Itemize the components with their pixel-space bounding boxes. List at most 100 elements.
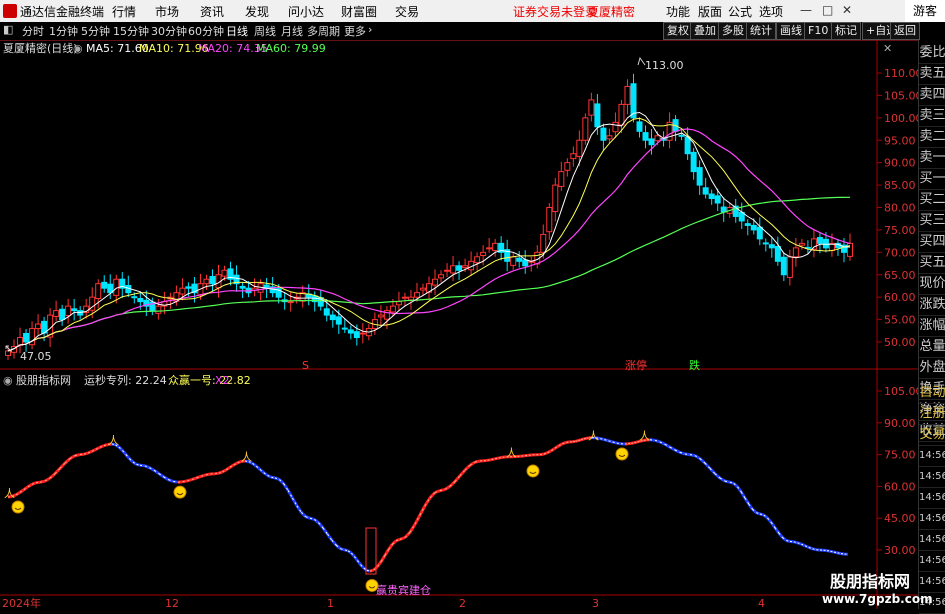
rail-lower-item-7[interactable]: 14:56 bbox=[919, 529, 945, 551]
period-weekly[interactable]: 周线 bbox=[254, 23, 276, 39]
menu-layout[interactable]: 版面 bbox=[698, 3, 722, 20]
price-tick-label: 50.00 bbox=[884, 336, 916, 349]
buy-zone-box bbox=[365, 527, 377, 575]
toolbar-toggle-icon[interactable]: ◧ bbox=[3, 23, 13, 36]
candle-down bbox=[323, 308, 330, 316]
tool-f10[interactable]: F10 bbox=[804, 22, 833, 40]
menu-formula[interactable]: 公式 bbox=[728, 3, 752, 20]
candle-up bbox=[480, 251, 487, 256]
close-icon[interactable]: ✕ bbox=[842, 3, 852, 17]
period-1min[interactable]: 1分钟 bbox=[49, 23, 78, 39]
tool-mark[interactable]: 标记 bbox=[831, 22, 861, 40]
app-title: 通达信金融终端 bbox=[20, 5, 105, 19]
menu-function[interactable]: 功能 bbox=[666, 3, 690, 20]
smiley-signal-icon bbox=[615, 447, 629, 461]
menu-trade[interactable]: 交易 bbox=[395, 3, 419, 20]
candle-down bbox=[209, 276, 216, 285]
period-monthly[interactable]: 月线 bbox=[281, 23, 303, 39]
guest-button[interactable]: 游客 bbox=[905, 0, 945, 22]
maximize-icon[interactable]: □ bbox=[822, 3, 833, 17]
rail-item-3[interactable]: 卖三 bbox=[919, 105, 945, 127]
rail-item-2[interactable]: 卖四 bbox=[919, 84, 945, 106]
candle-down bbox=[678, 134, 685, 137]
candle-down bbox=[708, 193, 715, 200]
tool-stats[interactable]: 统计 bbox=[746, 22, 776, 40]
indicator-rise-line bbox=[7, 436, 651, 573]
login-warning[interactable]: 证券交易未登录 bbox=[513, 3, 597, 20]
candle-down bbox=[341, 327, 348, 330]
rail-item-12[interactable]: 涨跌 bbox=[919, 294, 945, 316]
period-tick[interactable]: 分时 bbox=[22, 23, 44, 39]
signal-s-marker: S bbox=[302, 359, 309, 372]
rail-lower-item-0[interactable]: 自动 bbox=[919, 382, 945, 404]
tool-adjust[interactable]: 复权 bbox=[663, 22, 693, 40]
minimize-icon[interactable]: — bbox=[800, 3, 812, 17]
candle-down bbox=[768, 244, 775, 249]
panel-close-icon[interactable]: ✕ bbox=[883, 42, 892, 55]
candle-up bbox=[552, 184, 559, 213]
candle-down bbox=[684, 136, 691, 155]
indicator-tick-label: 105.00 bbox=[884, 385, 918, 398]
candle-up bbox=[450, 265, 457, 274]
menu-options[interactable]: 选项 bbox=[759, 3, 783, 20]
rail-item-7[interactable]: 买二 bbox=[919, 189, 945, 211]
rail-lower-item-9[interactable]: 14:56 bbox=[919, 571, 945, 593]
rail-lower-item-2[interactable]: 交易 bbox=[919, 424, 945, 446]
rail-lower-item-1[interactable]: 注册 bbox=[919, 403, 945, 425]
formula-dropdown-icon[interactable]: ◉ bbox=[73, 42, 83, 55]
rail-item-0[interactable]: 委比 bbox=[919, 42, 945, 64]
person-signal-icon: 人 bbox=[506, 446, 517, 459]
rail-lower-item-8[interactable]: 14:56 bbox=[919, 550, 945, 572]
tool-multistock[interactable]: 多股 bbox=[718, 22, 748, 40]
rail-item-11[interactable]: 现价 bbox=[919, 273, 945, 295]
menu-quotes[interactable]: 行情 bbox=[112, 3, 136, 20]
candle-down bbox=[594, 103, 601, 128]
rail-lower-item-6[interactable]: 14:56 bbox=[919, 508, 945, 530]
rail-item-4[interactable]: 卖二 bbox=[919, 126, 945, 148]
rail-item-14[interactable]: 总量 bbox=[919, 336, 945, 358]
kline-chart[interactable]: 夏厦精密(日线) ◉ MA5: 71.60 MA10: 71.96 MA20: … bbox=[0, 40, 918, 609]
period-5min[interactable]: 5分钟 bbox=[81, 23, 110, 39]
candle-down bbox=[522, 259, 529, 267]
rail-item-8[interactable]: 买三 bbox=[919, 210, 945, 232]
tool-back[interactable]: 返回 bbox=[890, 22, 920, 40]
menu-discover[interactable]: 发现 bbox=[245, 3, 269, 20]
rail-item-9[interactable]: 买四 bbox=[919, 231, 945, 253]
candle-up bbox=[53, 310, 60, 317]
candle-up bbox=[606, 135, 613, 140]
period-daily[interactable]: 日线 bbox=[226, 23, 248, 39]
rail-item-5[interactable]: 卖一 bbox=[919, 147, 945, 169]
rail-item-13[interactable]: 涨幅 bbox=[919, 315, 945, 337]
indicator-toggle-icon[interactable]: ◉ bbox=[3, 374, 13, 387]
rail-item-15[interactable]: 外盘 bbox=[919, 357, 945, 379]
indicator-fall-dots bbox=[111, 437, 849, 572]
candle-down bbox=[816, 237, 823, 244]
rail-item-1[interactable]: 卖五 bbox=[919, 63, 945, 85]
menu-wealth[interactable]: 财富圈 bbox=[341, 3, 377, 20]
period-30min[interactable]: 30分钟 bbox=[151, 23, 187, 39]
candle-up bbox=[395, 301, 402, 306]
period-more[interactable]: 更多 bbox=[344, 23, 366, 39]
candle-up bbox=[618, 103, 625, 126]
rail-item-10[interactable]: 买五 bbox=[919, 252, 945, 274]
person-signal-icon: 人 bbox=[639, 430, 650, 443]
candle-up bbox=[444, 269, 451, 272]
candle-down bbox=[780, 256, 787, 276]
rail-lower-item-4[interactable]: 14:56 bbox=[919, 466, 945, 488]
person-signal-icon: 人 bbox=[241, 451, 252, 464]
tool-overlay[interactable]: 叠加 bbox=[690, 22, 720, 40]
more-chevron-icon[interactable]: › bbox=[368, 23, 372, 36]
period-multi[interactable]: 多周期 bbox=[307, 23, 340, 39]
rail-lower-item-5[interactable]: 14:56 bbox=[919, 487, 945, 509]
menu-news[interactable]: 资讯 bbox=[200, 3, 224, 20]
period-15min[interactable]: 15分钟 bbox=[113, 23, 149, 39]
candle-up bbox=[792, 247, 799, 258]
menu-market[interactable]: 市场 bbox=[155, 3, 179, 20]
candle-up bbox=[570, 153, 577, 160]
candle-down bbox=[101, 281, 108, 289]
rail-lower-item-3[interactable]: 14:56 bbox=[919, 445, 945, 467]
rail-item-6[interactable]: 买一 bbox=[919, 168, 945, 190]
menu-ask[interactable]: 问小达 bbox=[288, 3, 324, 20]
period-60min[interactable]: 60分钟 bbox=[188, 23, 224, 39]
tool-draw[interactable]: 画线 bbox=[776, 22, 806, 40]
